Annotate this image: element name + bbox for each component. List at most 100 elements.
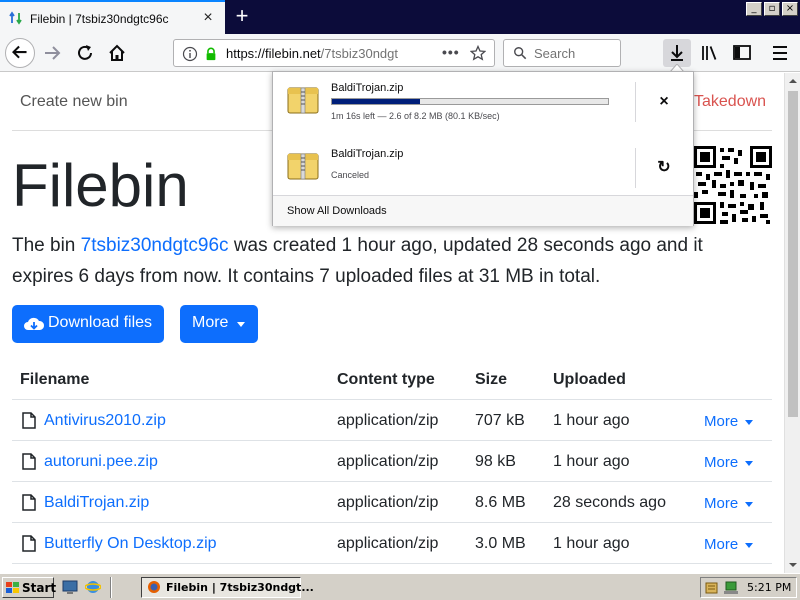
file-more-button[interactable]: More bbox=[704, 536, 738, 553]
search-placeholder: Search bbox=[534, 46, 576, 61]
tray-network-icon[interactable] bbox=[723, 580, 739, 596]
forward-arrow-icon bbox=[45, 46, 61, 60]
file-more-button[interactable]: More bbox=[704, 495, 738, 512]
library-icon bbox=[702, 46, 717, 60]
more-dropdown-button[interactable]: More bbox=[180, 305, 258, 343]
close-window-button[interactable]: × bbox=[782, 2, 798, 16]
back-arrow-icon bbox=[12, 45, 27, 59]
download-status: Canceled bbox=[331, 170, 370, 180]
firefox-icon bbox=[148, 581, 160, 593]
tab-strip: Filebin | 7tsbiz30ndgtc96c × + _ ▫ × bbox=[0, 0, 800, 34]
summary-prefix: The bin bbox=[12, 235, 81, 256]
windows-logo-icon bbox=[6, 582, 19, 593]
downloads-button[interactable] bbox=[663, 39, 691, 67]
header-size[interactable]: Size bbox=[475, 371, 507, 389]
library-button[interactable] bbox=[696, 39, 724, 67]
start-button[interactable]: Start bbox=[2, 577, 57, 598]
browser-tab[interactable]: Filebin | 7tsbiz30ndgtc96c × bbox=[0, 0, 225, 34]
url-text[interactable]: https://filebin.net/7tsbiz30ndgt bbox=[226, 46, 436, 61]
sidebar-button[interactable] bbox=[728, 39, 756, 67]
divider bbox=[635, 148, 636, 188]
file-uploaded: 28 seconds ago bbox=[553, 494, 666, 511]
download-arrow-icon bbox=[671, 45, 683, 61]
file-size: 98 kB bbox=[475, 453, 516, 470]
taskbar-window-button[interactable]: Filebin | 7tsbiz30ndgt... bbox=[141, 577, 314, 598]
taskbar-window-label: Filebin | 7tsbiz30ndgt... bbox=[166, 581, 314, 594]
download-status: 1m 16s left — 2.6 of 8.2 MB (80.1 KB/sec… bbox=[331, 111, 500, 121]
download-files-button[interactable]: Download files bbox=[12, 305, 164, 343]
start-label: Start bbox=[22, 581, 57, 595]
header-content-type[interactable]: Content type bbox=[337, 371, 435, 389]
show-all-downloads-button[interactable]: Show All Downloads bbox=[273, 196, 693, 226]
table-row: autoruni.pee.zip application/zip 98 kB 1… bbox=[12, 441, 772, 482]
lock-icon[interactable] bbox=[204, 47, 218, 61]
home-button[interactable] bbox=[102, 38, 132, 68]
file-name-link[interactable]: Butterfly On Desktop.zip bbox=[44, 535, 217, 553]
file-name-link[interactable]: Antivirus2010.zip bbox=[44, 412, 166, 430]
table-row: BaldiTrojan.zip application/zip 8.6 MB 2… bbox=[12, 482, 772, 523]
tab-close-icon[interactable]: × bbox=[200, 10, 216, 26]
url-host: https://filebin.net bbox=[226, 46, 321, 61]
download-item-canceled[interactable]: BaldiTrojan.zip Canceled ↻ bbox=[273, 138, 693, 200]
scrollbar-thumb[interactable] bbox=[788, 91, 798, 417]
download-filename: BaldiTrojan.zip bbox=[331, 148, 404, 160]
bookmark-star-icon[interactable] bbox=[470, 45, 486, 61]
restore-button[interactable]: ▫ bbox=[764, 2, 780, 16]
bin-id-link[interactable]: 7tsbiz30ndgtc96c bbox=[81, 235, 229, 256]
file-more-button[interactable]: More bbox=[704, 454, 738, 471]
page-actions-icon[interactable]: ••• bbox=[442, 44, 460, 60]
table-header: Filename Content type Size Uploaded bbox=[12, 359, 772, 400]
takedown-link[interactable]: Takedown bbox=[694, 93, 766, 111]
table-row: Butterfly On Desktop.zip application/zip… bbox=[12, 523, 772, 564]
search-box[interactable]: Search bbox=[503, 39, 621, 67]
file-size: 8.6 MB bbox=[475, 494, 526, 511]
qr-code-icon bbox=[694, 146, 772, 224]
download-progress-fill bbox=[332, 99, 421, 104]
header-filename[interactable]: Filename bbox=[20, 371, 89, 389]
file-icon bbox=[22, 412, 36, 429]
download-files-label: Download files bbox=[48, 314, 153, 331]
caret-down-icon bbox=[745, 502, 753, 507]
file-icon bbox=[22, 494, 36, 511]
file-uploaded: 1 hour ago bbox=[553, 535, 630, 552]
reload-icon bbox=[78, 45, 92, 60]
download-filename: BaldiTrojan.zip bbox=[331, 82, 404, 94]
create-new-bin-link[interactable]: Create new bin bbox=[20, 93, 128, 111]
file-uploaded: 1 hour ago bbox=[553, 412, 630, 429]
file-name-link[interactable]: BaldiTrojan.zip bbox=[44, 494, 149, 512]
window-controls: _ ▫ × bbox=[746, 2, 798, 16]
page-scrollbar[interactable] bbox=[784, 73, 800, 573]
tray-utility-icon[interactable] bbox=[704, 580, 720, 596]
info-icon[interactable] bbox=[182, 46, 198, 62]
file-name-link[interactable]: autoruni.pee.zip bbox=[44, 453, 158, 471]
home-icon bbox=[109, 44, 125, 61]
hamburger-menu-icon bbox=[773, 46, 787, 60]
download-item-in-progress[interactable]: BaldiTrojan.zip 1m 16s left — 2.6 of 8.2… bbox=[273, 72, 693, 134]
url-bar[interactable]: https://filebin.net/7tsbiz30ndgt ••• bbox=[173, 39, 495, 67]
show-all-downloads-label: Show All Downloads bbox=[287, 205, 387, 217]
internet-explorer-icon[interactable] bbox=[85, 579, 101, 595]
filebin-favicon-icon bbox=[9, 11, 22, 25]
page-title: Filebin bbox=[12, 152, 189, 219]
downloads-panel: BaldiTrojan.zip 1m 16s left — 2.6 of 8.2… bbox=[272, 71, 694, 226]
scroll-up-arrow-icon[interactable] bbox=[785, 73, 800, 89]
header-uploaded[interactable]: Uploaded bbox=[553, 371, 626, 389]
reload-button[interactable] bbox=[70, 38, 100, 68]
cancel-download-icon[interactable]: × bbox=[651, 89, 677, 115]
back-button[interactable] bbox=[5, 38, 35, 68]
caret-down-icon bbox=[745, 543, 753, 548]
file-content-type: application/zip bbox=[337, 453, 439, 470]
cloud-download-icon bbox=[24, 317, 45, 330]
file-more-button[interactable]: More bbox=[704, 413, 738, 430]
file-content-type: application/zip bbox=[337, 412, 439, 429]
show-desktop-icon[interactable] bbox=[62, 579, 78, 595]
screen: Filebin | 7tsbiz30ndgtc96c × + _ ▫ × htt… bbox=[0, 0, 800, 600]
new-tab-icon[interactable]: + bbox=[232, 5, 252, 27]
retry-download-icon[interactable]: ↻ bbox=[651, 155, 677, 181]
scroll-down-arrow-icon[interactable] bbox=[785, 557, 800, 573]
search-icon bbox=[514, 47, 527, 60]
forward-button[interactable] bbox=[38, 38, 68, 68]
url-path: /7tsbiz30ndgt bbox=[320, 46, 399, 61]
menu-button[interactable] bbox=[766, 39, 794, 67]
minimize-button[interactable]: _ bbox=[746, 2, 762, 16]
